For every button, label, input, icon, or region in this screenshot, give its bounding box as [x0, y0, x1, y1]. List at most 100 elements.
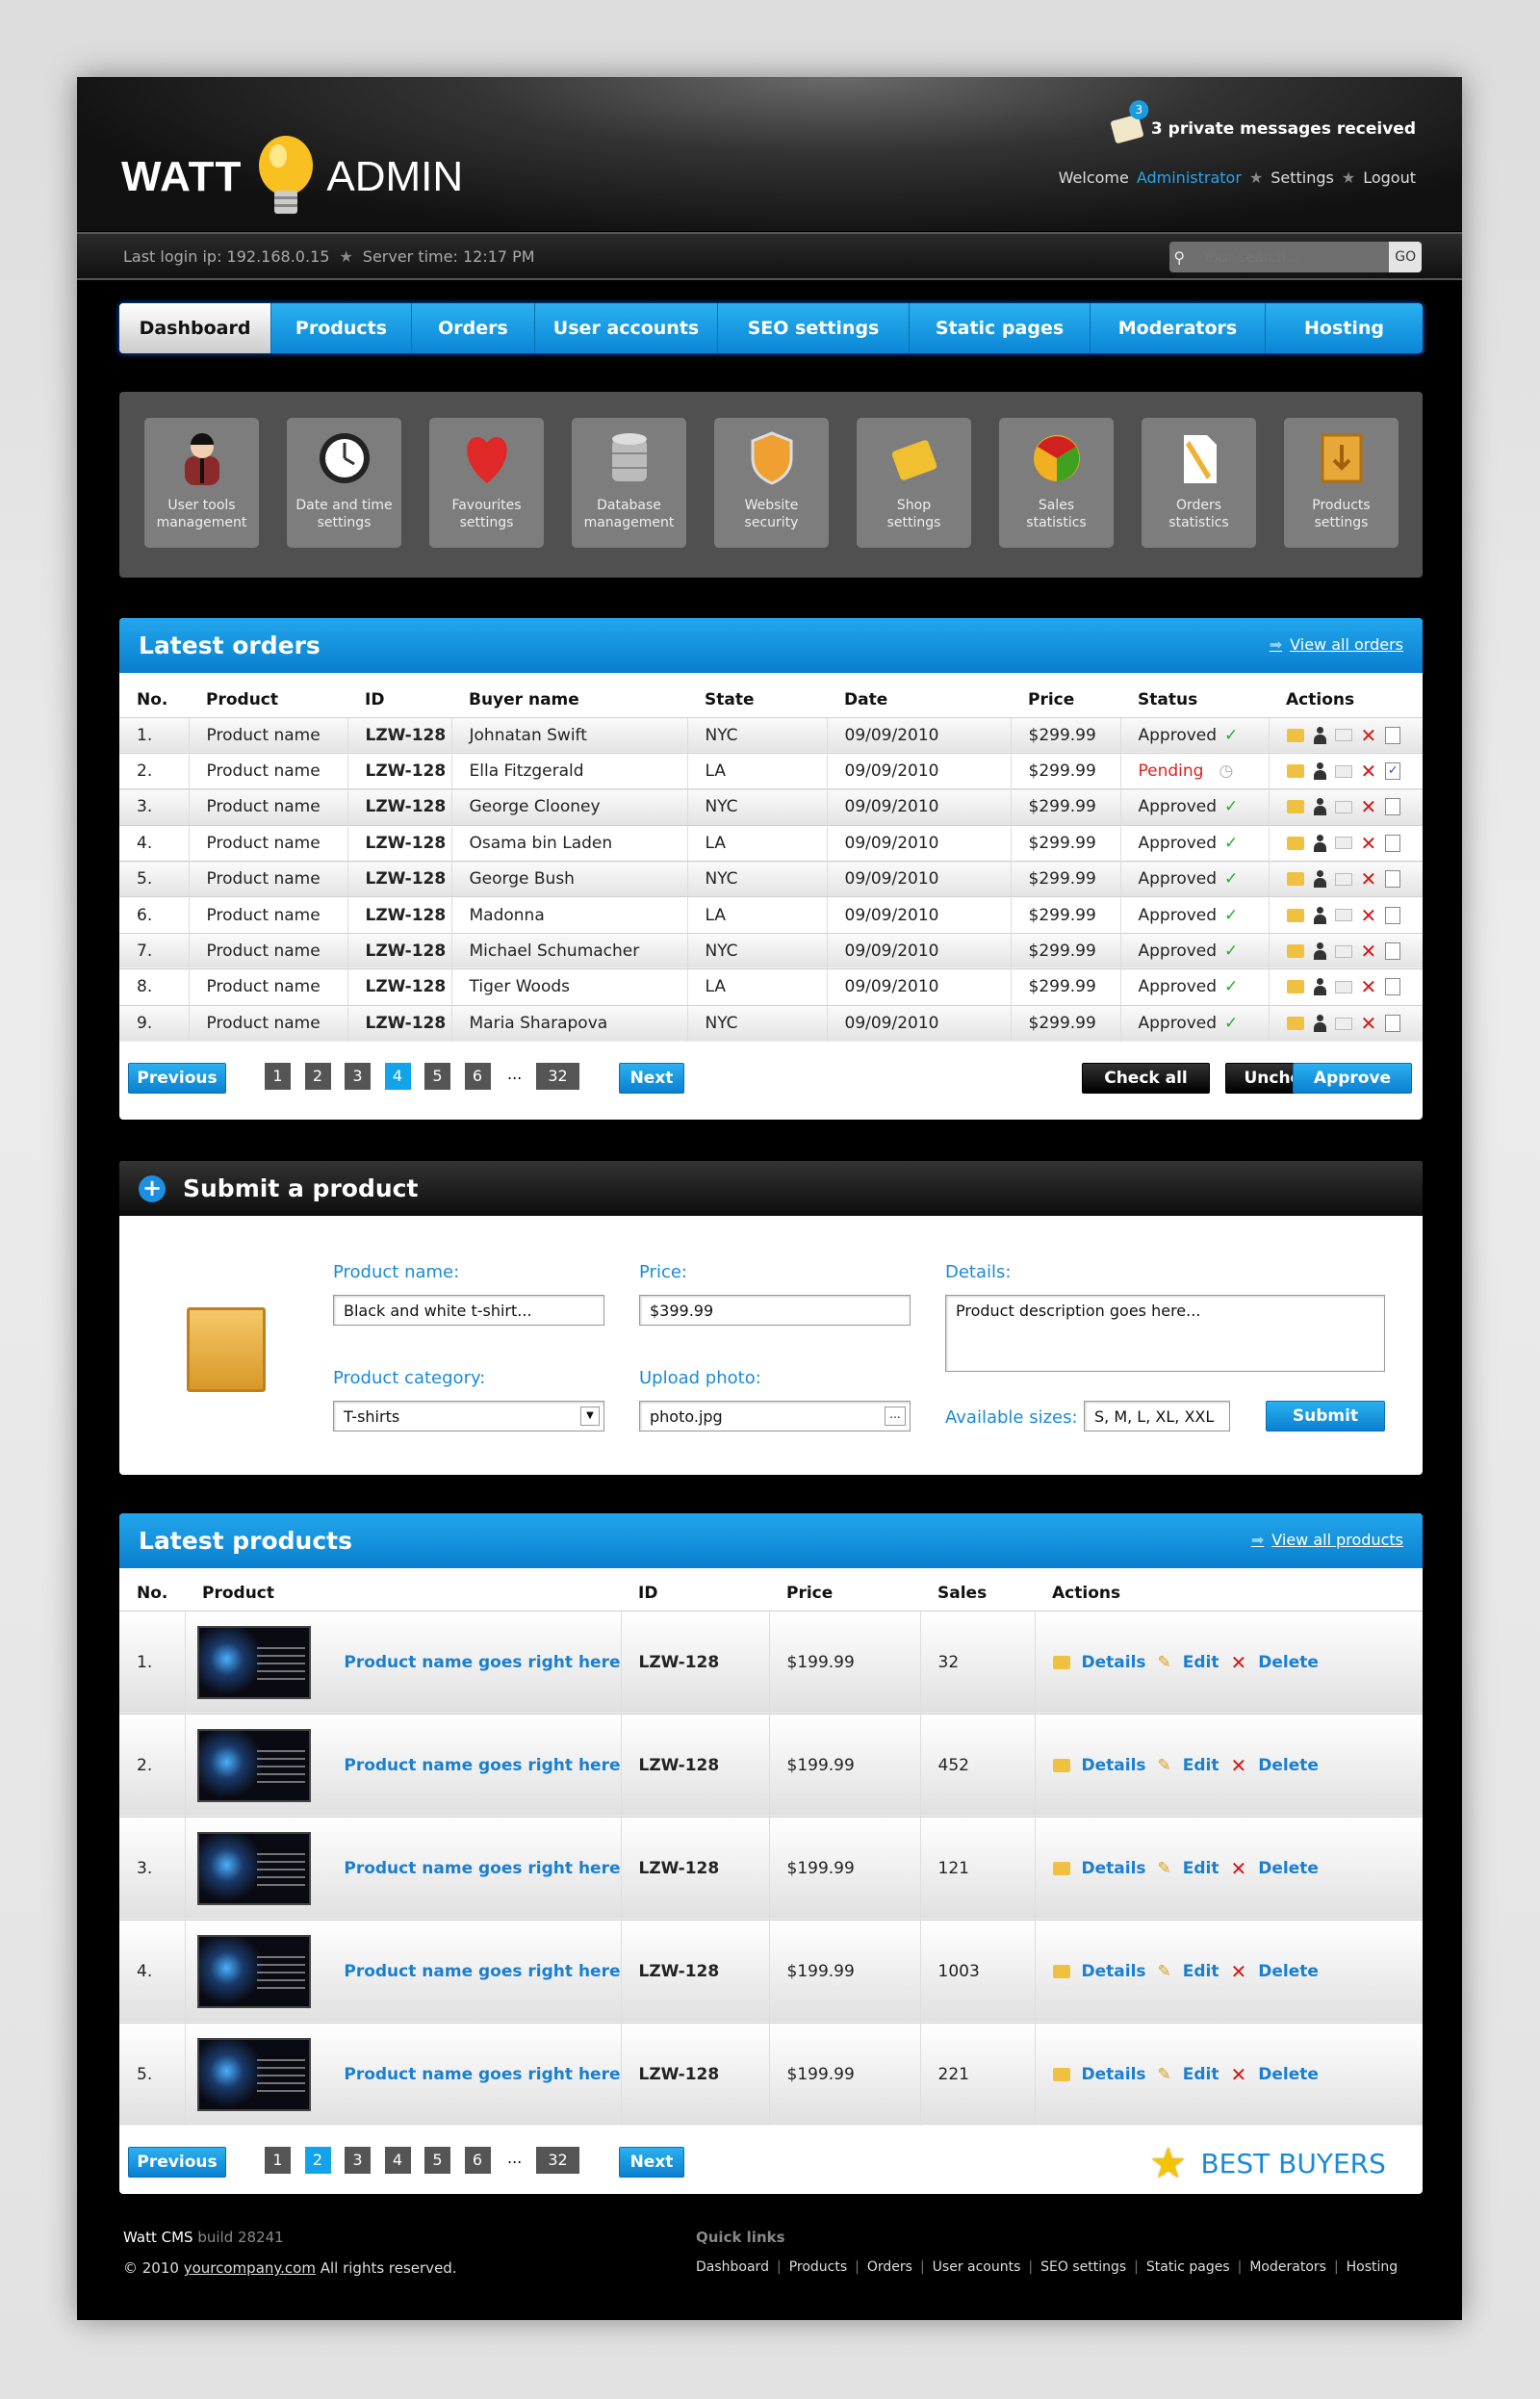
- edit-link[interactable]: Edit: [1183, 2065, 1219, 2084]
- details-link[interactable]: Details: [1082, 2065, 1146, 2084]
- delete-icon[interactable]: ✕: [1361, 904, 1377, 927]
- product-thumbnail[interactable]: [196, 2037, 312, 2111]
- page-1[interactable]: 1: [265, 1062, 291, 1090]
- edit-link[interactable]: Edit: [1183, 1962, 1219, 1981]
- product-name-link[interactable]: Product name goes right here: [344, 1962, 620, 1981]
- page-last[interactable]: 32: [536, 2147, 579, 2174]
- mail-icon[interactable]: [1334, 800, 1352, 813]
- user-icon[interactable]: [1313, 834, 1326, 852]
- row-checkbox[interactable]: [1385, 1015, 1401, 1033]
- folder-icon[interactable]: [1286, 980, 1304, 994]
- user-icon[interactable]: [1313, 978, 1326, 996]
- user-icon[interactable]: [1313, 906, 1326, 924]
- product-name-link[interactable]: Product name goes right here: [344, 2065, 620, 2084]
- details-link[interactable]: Details: [1082, 1653, 1146, 1672]
- delete-icon[interactable]: ✕: [1361, 760, 1377, 783]
- check-all-button[interactable]: Check all: [1082, 1062, 1210, 1094]
- product-thumbnail[interactable]: [196, 1831, 312, 1905]
- delete-link[interactable]: Delete: [1258, 1859, 1319, 1878]
- row-checkbox[interactable]: [1385, 726, 1401, 744]
- row-checkbox[interactable]: [1385, 870, 1401, 889]
- edit-link[interactable]: Edit: [1183, 1859, 1219, 1878]
- view-all-products-link[interactable]: ➡ View all products: [1251, 1531, 1403, 1549]
- next-button[interactable]: Next: [619, 2147, 684, 2178]
- delete-icon[interactable]: ✕: [1361, 940, 1377, 963]
- product-thumbnail[interactable]: [196, 1625, 312, 1699]
- delete-link[interactable]: Delete: [1258, 1653, 1319, 1672]
- tool-crate[interactable]: Products settings: [1284, 418, 1399, 548]
- delete-icon[interactable]: ✕: [1361, 1012, 1377, 1035]
- quick-link[interactable]: Hosting: [1347, 2259, 1399, 2275]
- product-thumbnail[interactable]: [196, 1934, 312, 2008]
- edit-link[interactable]: Edit: [1183, 1756, 1219, 1775]
- folder-icon[interactable]: [1286, 764, 1304, 779]
- delete-icon[interactable]: ✕: [1361, 795, 1377, 818]
- page-2[interactable]: 2: [304, 2147, 331, 2174]
- user-icon[interactable]: [1313, 870, 1326, 889]
- delete-icon[interactable]: ✕: [1361, 867, 1377, 890]
- upload-photo-input[interactable]: photo.jpg...: [639, 1401, 911, 1432]
- browse-button[interactable]: ...: [885, 1406, 906, 1426]
- tab-moderators[interactable]: Moderators: [1091, 303, 1266, 353]
- page-last[interactable]: 32: [536, 1062, 579, 1090]
- row-checkbox[interactable]: [1385, 798, 1401, 816]
- quick-link[interactable]: Moderators: [1249, 2259, 1326, 2275]
- page-6[interactable]: 6: [464, 2147, 491, 2174]
- delete-link[interactable]: Delete: [1258, 1756, 1319, 1775]
- details-link[interactable]: Details: [1082, 1756, 1146, 1775]
- delete-link[interactable]: Delete: [1258, 1962, 1319, 1981]
- quick-link[interactable]: SEO settings: [1040, 2259, 1126, 2275]
- mail-icon[interactable]: [1334, 1017, 1352, 1030]
- tool-database[interactable]: Database management: [572, 418, 686, 548]
- tab-static-pages[interactable]: Static pages: [910, 303, 1091, 353]
- quick-link[interactable]: Orders: [867, 2259, 912, 2275]
- user-icon[interactable]: [1313, 798, 1326, 816]
- company-link[interactable]: yourcompany.com: [184, 2259, 316, 2277]
- logout-link[interactable]: Logout: [1363, 168, 1416, 187]
- row-checkbox[interactable]: [1385, 834, 1401, 852]
- delete-icon[interactable]: ✕: [1361, 832, 1377, 855]
- page-4[interactable]: 4: [384, 2147, 411, 2174]
- mail-icon[interactable]: [1334, 944, 1352, 958]
- folder-icon[interactable]: [1286, 836, 1304, 850]
- tab-seo-settings[interactable]: SEO settings: [718, 303, 910, 353]
- page-4[interactable]: 4: [384, 1062, 411, 1090]
- row-checkbox[interactable]: ✓: [1385, 762, 1401, 781]
- row-checkbox[interactable]: [1385, 942, 1401, 961]
- delete-icon[interactable]: ✕: [1361, 975, 1377, 998]
- approve-button[interactable]: Approve: [1293, 1062, 1412, 1094]
- row-checkbox[interactable]: [1385, 978, 1401, 996]
- tool-user[interactable]: User tools management: [144, 418, 259, 548]
- chevron-down-icon[interactable]: ▼: [580, 1406, 600, 1426]
- edit-link[interactable]: Edit: [1183, 1653, 1219, 1672]
- row-checkbox[interactable]: [1385, 906, 1401, 924]
- folder-icon[interactable]: [1286, 908, 1304, 922]
- product-name-link[interactable]: Product name goes right here: [344, 1756, 620, 1775]
- folder-icon[interactable]: [1286, 728, 1304, 742]
- tool-heart[interactable]: Favourites settings: [429, 418, 544, 548]
- mail-icon[interactable]: [1334, 909, 1352, 922]
- tool-clock[interactable]: Date and time settings: [287, 418, 401, 548]
- folder-icon[interactable]: [1286, 800, 1304, 814]
- user-icon[interactable]: [1313, 1015, 1326, 1033]
- folder-icon[interactable]: [1286, 1017, 1304, 1031]
- mail-icon[interactable]: [1334, 764, 1352, 778]
- details-link[interactable]: Details: [1082, 1962, 1146, 1981]
- previous-button[interactable]: Previous: [128, 2147, 226, 2178]
- search-go-button[interactable]: GO: [1389, 242, 1422, 272]
- tab-products[interactable]: Products: [271, 303, 412, 353]
- page-5[interactable]: 5: [424, 1062, 450, 1090]
- private-messages[interactable]: 3 3 private messages received: [1110, 100, 1416, 144]
- submit-button[interactable]: Submit: [1266, 1401, 1385, 1432]
- next-button[interactable]: Next: [619, 1062, 684, 1094]
- mail-icon[interactable]: [1334, 837, 1352, 850]
- tab-hosting[interactable]: Hosting: [1266, 303, 1423, 353]
- search-input[interactable]: [1189, 248, 1390, 266]
- username-link[interactable]: Administrator: [1137, 168, 1242, 187]
- page-5[interactable]: 5: [424, 2147, 450, 2174]
- page-6[interactable]: 6: [464, 1062, 491, 1090]
- folder-icon[interactable]: [1286, 944, 1304, 959]
- product-name-link[interactable]: Product name goes right here: [344, 1653, 620, 1672]
- page-3[interactable]: 3: [345, 1062, 371, 1090]
- tab-user-accounts[interactable]: User accounts: [535, 303, 718, 353]
